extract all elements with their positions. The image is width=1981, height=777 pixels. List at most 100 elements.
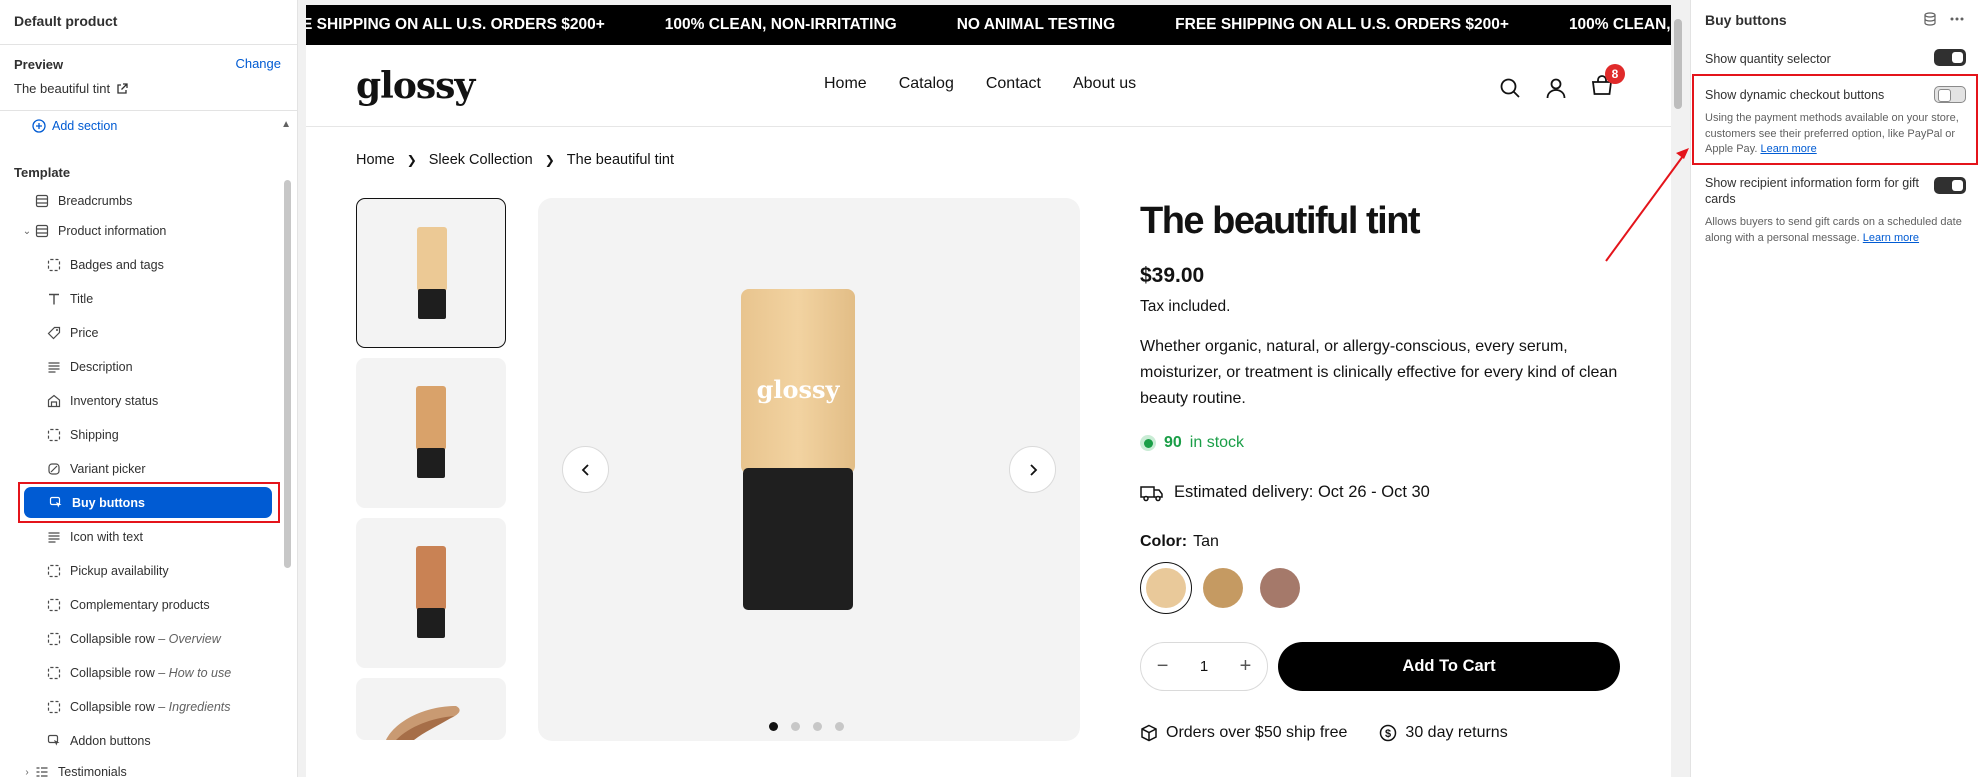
color-swatch-3[interactable] [1260, 568, 1300, 608]
change-link[interactable]: Change [235, 56, 281, 71]
product-thumbnail[interactable] [356, 198, 506, 348]
chevron-left-icon [581, 463, 589, 476]
increase-quantity-button[interactable]: + [1240, 655, 1252, 678]
sidebar-item-label: Product information [58, 224, 167, 238]
nav-item-about-us[interactable]: About us [1073, 75, 1136, 93]
left-sidebar: Default product Preview Change The beaut… [0, 0, 298, 777]
setting-gift-card-recipient: Show recipient information form for gift… [1705, 175, 1975, 246]
setting-label: Show recipient information form for gift… [1705, 176, 1919, 206]
section-icon [34, 223, 50, 239]
sidebar-item-label: Complementary products [70, 598, 210, 612]
gift-card-recipient-toggle[interactable] [1934, 177, 1966, 194]
product-price: $39.00 [1140, 264, 1205, 287]
pagination-dot[interactable] [791, 722, 800, 731]
block-icon [46, 257, 62, 273]
product-title: The beautiful tint [1140, 200, 1421, 242]
sidebar-item-title[interactable]: Title [46, 286, 272, 312]
color-swatch-2[interactable] [1203, 568, 1243, 608]
in-stock-dot-icon [1140, 435, 1156, 451]
sidebar-item-variant-picker[interactable]: Variant picker [46, 456, 272, 482]
sidebar-item-collapsible-row-ingredients[interactable]: Collapsible row – Ingredients [46, 694, 272, 720]
sidebar-item-icon-with-text[interactable]: Icon with text [46, 524, 272, 550]
settings-title: Buy buttons [1705, 12, 1787, 28]
product-perks: Orders over $50 ship free $ 30 day retur… [1140, 724, 1508, 742]
color-swatch-tan[interactable] [1140, 562, 1192, 614]
block-icon [46, 597, 62, 613]
sidebar-item-breadcrumbs[interactable]: Breadcrumbs [20, 188, 278, 214]
add-section-button[interactable]: Add section [32, 119, 117, 133]
quantity-stepper: − 1 + [1140, 642, 1268, 691]
nav-item-contact[interactable]: Contact [986, 75, 1041, 93]
setting-help-text: Allows buyers to send gift cards on a sc… [1705, 216, 1962, 244]
external-link-icon [117, 82, 128, 94]
paragraph-icon [46, 359, 62, 375]
svg-text:$: $ [1385, 728, 1391, 740]
chevron-right-icon[interactable]: › [20, 767, 34, 777]
sidebar-item-pickup-availability[interactable]: Pickup availability [46, 558, 272, 584]
next-image-button[interactable] [1009, 446, 1056, 493]
add-section-label: Add section [52, 119, 118, 133]
sidebar-item-badges-and-tags[interactable]: Badges and tags [46, 252, 272, 278]
learn-more-link[interactable]: Learn more [1863, 232, 1919, 244]
header-icons: 8 [1499, 64, 1625, 101]
perk-returns: $ 30 day returns [1379, 724, 1508, 742]
chevron-down-icon[interactable]: ⌄ [20, 226, 34, 237]
block-icon [46, 427, 62, 443]
add-to-cart-button[interactable]: Add To Cart [1278, 642, 1620, 691]
product-thumbnail[interactable] [356, 358, 506, 508]
box-icon [1141, 724, 1157, 742]
product-thumbnail[interactable] [356, 678, 506, 740]
sidebar-item-inventory-status[interactable]: Inventory status [46, 388, 272, 414]
tax-note: Tax included. [1140, 298, 1231, 315]
block-icon [46, 699, 62, 715]
decrease-quantity-button[interactable]: − [1157, 655, 1169, 678]
color-label-key: Color: [1140, 533, 1188, 550]
store-logo[interactable]: glossy [356, 65, 475, 107]
pagination-dot[interactable] [835, 722, 844, 731]
quantity-selector-toggle[interactable] [1934, 49, 1966, 66]
nav-item-catalog[interactable]: Catalog [899, 75, 954, 93]
search-icon[interactable] [1499, 77, 1521, 99]
preview-value[interactable]: The beautiful tint [14, 81, 128, 96]
breadcrumb-collection[interactable]: Sleek Collection [429, 152, 533, 168]
sidebar-item-label: Breadcrumbs [58, 194, 133, 208]
database-icon[interactable] [1923, 12, 1937, 26]
sidebar-item-addon-buttons[interactable]: Addon buttons [46, 728, 272, 754]
setting-label: Show quantity selector [1705, 52, 1831, 66]
sidebar-item-shipping[interactable]: Shipping [46, 422, 272, 448]
sidebar-item-description[interactable]: Description [46, 354, 272, 380]
sidebar-item-sublabel: – Overview [158, 632, 221, 646]
sidebar-item-testimonials[interactable]: › Testimonials [20, 759, 278, 777]
product-thumbnail[interactable] [356, 518, 506, 668]
sidebar-item-label: Badges and tags [70, 258, 164, 272]
pagination-dot[interactable] [769, 722, 778, 731]
sidebar-item-label: Collapsible row [70, 632, 155, 646]
quantity-value[interactable]: 1 [1200, 658, 1208, 675]
announcement-text: E SHIPPING ON ALL U.S. ORDERS $200+ [306, 16, 605, 33]
sidebar-item-label: Pickup availability [70, 564, 169, 578]
sidebar-item-sublabel: – How to use [158, 666, 232, 680]
more-icon[interactable] [1949, 12, 1965, 26]
product-main-image: glossy [538, 198, 1080, 741]
sidebar-scrollbar[interactable] [284, 180, 291, 568]
prev-image-button[interactable] [562, 446, 609, 493]
sidebar-item-collapsible-row-how-to-use[interactable]: Collapsible row – How to use [46, 660, 272, 686]
page-title: Default product [14, 13, 118, 29]
pagination-dot[interactable] [813, 722, 822, 731]
sidebar-item-product-information[interactable]: ⌄ Product information [20, 218, 278, 244]
nav-item-home[interactable]: Home [824, 75, 867, 93]
list-icon [34, 764, 50, 777]
plus-circle-icon [32, 119, 46, 133]
template-label: Template [14, 165, 71, 180]
sidebar-item-price[interactable]: Price [46, 320, 272, 346]
breadcrumb-home[interactable]: Home [356, 152, 395, 168]
sidebar-item-label: Shipping [70, 428, 119, 442]
cart-button[interactable]: 8 [1591, 64, 1625, 101]
announcement-text: 100% CLEAN, NO [1568, 16, 1671, 33]
scroll-up-icon[interactable]: ▲ [281, 119, 291, 130]
account-icon[interactable] [1545, 77, 1567, 99]
sidebar-item-label: Testimonials [58, 765, 127, 777]
preview-scrollbar[interactable] [1672, 5, 1684, 777]
sidebar-item-collapsible-row-overview[interactable]: Collapsible row – Overview [46, 626, 272, 652]
sidebar-item-complementary-products[interactable]: Complementary products [46, 592, 272, 618]
